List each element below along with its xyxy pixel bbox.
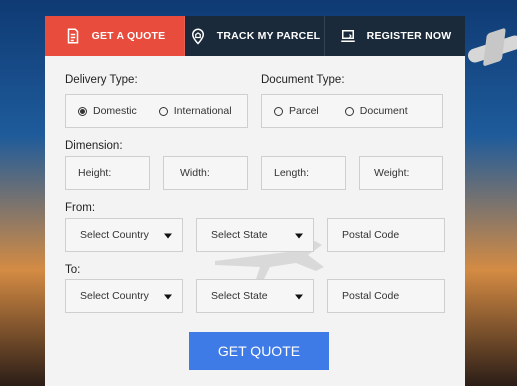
dropdown-arrow-icon <box>295 294 303 300</box>
radio-unchecked-icon <box>274 106 283 116</box>
dropdown-arrow-icon <box>164 233 172 239</box>
airplane-image <box>466 33 517 65</box>
radio-label: Parcel <box>289 105 319 117</box>
from-country-value: Select Country <box>80 229 149 241</box>
radio-label: Document <box>359 105 408 117</box>
from-postal-placeholder: Postal Code <box>342 229 400 241</box>
tab-track-my-parcel[interactable]: TRACK MY PARCEL <box>185 16 325 56</box>
radio-label: International <box>173 105 232 117</box>
radio-document[interactable]: Document <box>344 105 408 117</box>
to-country-value: Select Country <box>80 290 149 302</box>
to-postal-placeholder: Postal Code <box>342 290 400 302</box>
from-state-select[interactable]: Select State <box>196 218 314 252</box>
get-quote-button[interactable]: GET QUOTE <box>189 332 329 370</box>
radio-parcel[interactable]: Parcel <box>274 105 319 117</box>
to-country-select[interactable]: Select Country <box>65 279 183 313</box>
from-label: From: <box>65 202 96 214</box>
document-icon <box>64 27 82 45</box>
from-postal-code-input[interactable]: Postal Code <box>327 218 445 252</box>
background-left <box>0 0 45 386</box>
quote-form: Delivery Type: Document Type: Domestic I… <box>45 56 465 386</box>
height-input[interactable]: Height: <box>65 156 150 190</box>
dropdown-arrow-icon <box>295 233 303 239</box>
from-state-value: Select State <box>211 229 268 241</box>
background-right <box>463 0 517 386</box>
location-pin-icon <box>189 27 207 45</box>
from-country-select[interactable]: Select Country <box>65 218 183 252</box>
radio-checked-icon <box>78 106 87 116</box>
tab-label: GET A QUOTE <box>91 30 166 42</box>
dimension-label: Dimension: <box>65 140 123 152</box>
weight-placeholder: Weight: <box>374 167 410 179</box>
tab-bar: GET A QUOTE TRACK MY PARCEL REGISTER NOW <box>45 16 465 56</box>
radio-domestic[interactable]: Domestic <box>78 105 137 117</box>
to-state-select[interactable]: Select State <box>196 279 314 313</box>
weight-input[interactable]: Weight: <box>359 156 443 190</box>
document-type-radio-group: Parcel Document <box>261 94 443 128</box>
dropdown-arrow-icon <box>164 294 172 300</box>
laptop-icon <box>339 27 357 45</box>
to-state-value: Select State <box>211 290 268 302</box>
length-placeholder: Length: <box>274 167 310 179</box>
radio-unchecked-icon <box>344 106 354 116</box>
width-input[interactable]: Width: <box>163 156 248 190</box>
tab-register-now[interactable]: REGISTER NOW <box>325 16 465 56</box>
delivery-type-radio-group: Domestic International <box>65 94 248 128</box>
tab-label: REGISTER NOW <box>366 30 452 42</box>
to-postal-code-input[interactable]: Postal Code <box>327 279 445 313</box>
radio-unchecked-icon <box>158 106 168 116</box>
delivery-type-label: Delivery Type: <box>65 74 138 86</box>
tab-label: TRACK MY PARCEL <box>216 30 321 42</box>
to-label: To: <box>65 264 81 276</box>
tab-get-a-quote[interactable]: GET A QUOTE <box>45 16 185 56</box>
height-placeholder: Height: <box>78 167 112 179</box>
length-input[interactable]: Length: <box>261 156 346 190</box>
width-placeholder: Width: <box>180 167 210 179</box>
document-type-label: Document Type: <box>261 74 345 86</box>
radio-label: Domestic <box>93 105 137 117</box>
radio-international[interactable]: International <box>158 105 232 117</box>
